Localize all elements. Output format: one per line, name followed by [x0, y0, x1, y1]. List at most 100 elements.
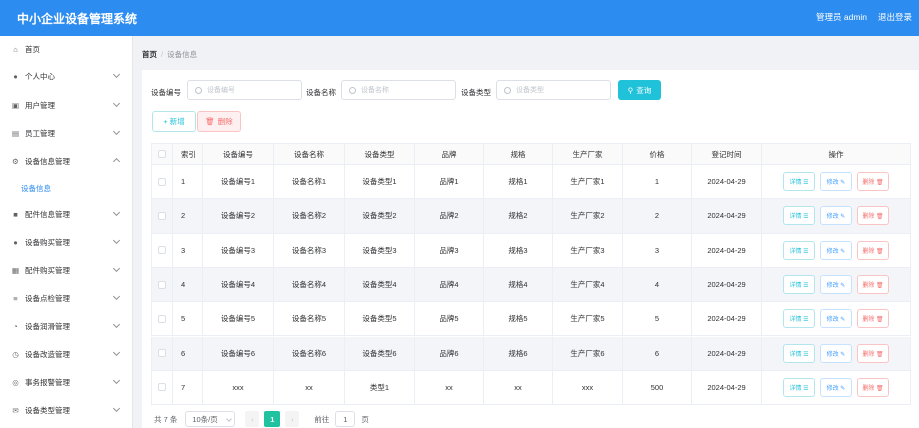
row-checkbox[interactable]	[158, 314, 166, 323]
logout-link[interactable]: 退出登录	[878, 11, 912, 23]
sidebar-item-1[interactable]: ● 个人中心	[0, 63, 133, 90]
table-cell: 2024-04-29	[692, 199, 762, 233]
sidebar-item-8[interactable]: ≡ 设备点检管理	[0, 285, 133, 312]
printer-icon: ▦	[11, 266, 20, 275]
table-cell: 4	[623, 267, 692, 302]
remove-button[interactable]: 删除 🗑	[857, 240, 889, 260]
remove-button[interactable]: 删除 🗑	[857, 206, 889, 226]
search-placeholder: 设备名称	[361, 87, 389, 94]
table-cell: 设备编号5	[203, 302, 274, 336]
breadcrumb-separator: /	[161, 50, 164, 59]
table-row[interactable]: 5 设备编号5 设备名称5 设备类型5 品牌5 规格5 生产厂家5 5 2024-04-29 详情…	[151, 302, 911, 337]
row-checkbox[interactable]	[158, 246, 166, 255]
table-cell: xx	[484, 370, 553, 405]
chevron-down-icon	[112, 70, 121, 79]
table-cell: 生产厂家5	[553, 302, 623, 336]
delete-button[interactable]: 🗑 删除	[197, 111, 241, 132]
remove-button[interactable]: 删除 🗑	[857, 309, 889, 329]
remove-button[interactable]: 删除 🗑	[857, 377, 889, 397]
table-row[interactable]: 3 设备编号3 设备名称3 设备类型3 品牌3 规格3 生产厂家3 3 2024-04-29 详情…	[151, 233, 911, 268]
table-row[interactable]: 1 设备编号1 设备名称1 设备类型1 品牌1 规格1 生产厂家1 1 2024-04-29 详情…	[151, 165, 911, 200]
table-row[interactable]: 7 xxx xx 类型1 xx xx xxx 500 2024-04-29 详情 ☰ 修改 ✎ 删除 …	[151, 370, 911, 406]
sidebar-item-5[interactable]: ■ 配件信息管理	[0, 201, 133, 228]
column-header: 规格	[484, 144, 553, 164]
edit-button[interactable]: 修改 ✎	[820, 275, 852, 295]
remove-button[interactable]: 删除 🗑	[857, 275, 889, 295]
row-checkbox[interactable]	[158, 383, 166, 392]
chevron-down-icon	[226, 416, 233, 422]
detail-button[interactable]: 详情 ☰	[783, 172, 815, 192]
row-checkbox[interactable]	[158, 280, 166, 289]
breadcrumb-current: 设备信息	[167, 50, 198, 59]
sidebar-item-label: 用户管理	[25, 101, 55, 110]
table-cell: 设备类型3	[345, 233, 415, 267]
table-cell: 1	[173, 165, 203, 199]
table-cell: 设备名称6	[274, 336, 345, 370]
sidebar-item-6[interactable]: ● 设备购买管理	[0, 229, 133, 256]
table-row[interactable]: 6 设备编号6 设备名称6 设备类型6 品牌6 规格6 生产厂家6 6 2024-04-29 详情…	[151, 336, 911, 371]
clock-icon: ◷	[12, 350, 19, 359]
detail-button[interactable]: 详情 ☰	[783, 309, 815, 329]
sidebar-item-label: 设备信息管理	[25, 157, 70, 166]
next-page-button[interactable]: ›	[285, 411, 300, 427]
sidebar-item-4[interactable]: ⚙ 设备信息管理	[0, 148, 133, 175]
page-1-button[interactable]: 1	[264, 411, 281, 427]
query-button[interactable]: ⚲ 查询	[618, 80, 661, 100]
edit-button[interactable]: 修改 ✎	[820, 309, 852, 329]
sidebar-item-12[interactable]: ✉ 设备类型管理	[0, 397, 133, 424]
row-checkbox[interactable]	[158, 349, 166, 358]
page-size-select[interactable]: 10条/页	[185, 411, 236, 427]
table-cell: 设备编号3	[203, 233, 274, 267]
sidebar-item-11[interactable]: ◎ 事务报警管理	[0, 369, 133, 396]
row-checkbox-cell	[151, 302, 173, 336]
table-row[interactable]: 4 设备编号4 设备名称4 设备类型4 品牌4 规格4 生产厂家4 4 2024-04-29 详情…	[151, 267, 911, 303]
search-input-name[interactable]: 设备名称	[341, 80, 456, 100]
chevron-down-icon	[112, 208, 121, 217]
edit-button[interactable]: 修改 ✎	[820, 377, 852, 397]
table-cell: 品牌5	[415, 302, 484, 336]
chevron-down-icon	[112, 348, 121, 357]
sidebar-item-3[interactable]: ▤ 员工管理	[0, 120, 133, 147]
detail-button[interactable]: 详情 ☰	[783, 377, 815, 397]
remove-button[interactable]: 删除 🗑	[857, 172, 889, 192]
search-label-type: 设备类型	[461, 88, 491, 97]
table-cell: 设备编号6	[203, 336, 274, 370]
prev-page-button[interactable]: ‹	[245, 411, 260, 427]
header-checkbox-cell	[151, 144, 173, 164]
sidebar-subitem-device-info[interactable]: 设备信息	[0, 177, 133, 199]
sidebar-item-9[interactable]: ◔ 设备润滑管理	[0, 313, 133, 340]
edit-button[interactable]: 修改 ✎	[820, 343, 852, 363]
edit-button[interactable]: 修改 ✎	[820, 240, 852, 260]
sidebar-item-2[interactable]: ▣ 用户管理	[0, 92, 133, 119]
sidebar-item-10[interactable]: ◷ 设备改造管理	[0, 341, 133, 368]
edit-button[interactable]: 修改 ✎	[820, 172, 852, 192]
table-cell: 2024-04-29	[692, 165, 762, 199]
goto-input[interactable]: 1	[335, 411, 356, 427]
table-cell: 4	[173, 267, 203, 302]
sidebar-item-0[interactable]: ⌂ 首页	[0, 36, 133, 63]
sidebar-item-label: 配件信息管理	[25, 210, 70, 219]
detail-button[interactable]: 详情 ☰	[783, 275, 815, 295]
row-checkbox-cell	[151, 336, 173, 370]
search-input-code[interactable]: 设备编号	[187, 80, 302, 100]
goto-label: 前往	[314, 414, 330, 424]
breadcrumb-home[interactable]: 首页	[142, 50, 157, 59]
table-row[interactable]: 2 设备编号2 设备名称2 设备类型2 品牌2 规格2 生产厂家2 2 2024-04-29 详情…	[151, 199, 911, 234]
search-icon	[504, 86, 511, 94]
alarm-icon: ◎	[12, 378, 19, 387]
select-all-checkbox[interactable]	[158, 150, 166, 158]
detail-button[interactable]: 详情 ☰	[783, 240, 815, 260]
edit-button[interactable]: 修改 ✎	[820, 206, 852, 226]
column-header: 设备类型	[345, 144, 415, 164]
row-checkbox[interactable]	[158, 211, 166, 220]
add-button[interactable]: + 新增	[152, 111, 196, 132]
table-cell: 2024-04-29	[692, 302, 762, 336]
sidebar-item-7[interactable]: ▦ 配件购买管理	[0, 257, 133, 284]
table-cell: 2	[623, 199, 692, 233]
detail-button[interactable]: 详情 ☰	[783, 343, 815, 363]
remove-button[interactable]: 删除 🗑	[857, 343, 889, 363]
detail-button[interactable]: 详情 ☰	[783, 206, 815, 226]
home-icon: ⌂	[13, 45, 18, 54]
row-checkbox[interactable]	[158, 177, 166, 186]
search-input-type[interactable]: 设备类型	[496, 80, 611, 100]
